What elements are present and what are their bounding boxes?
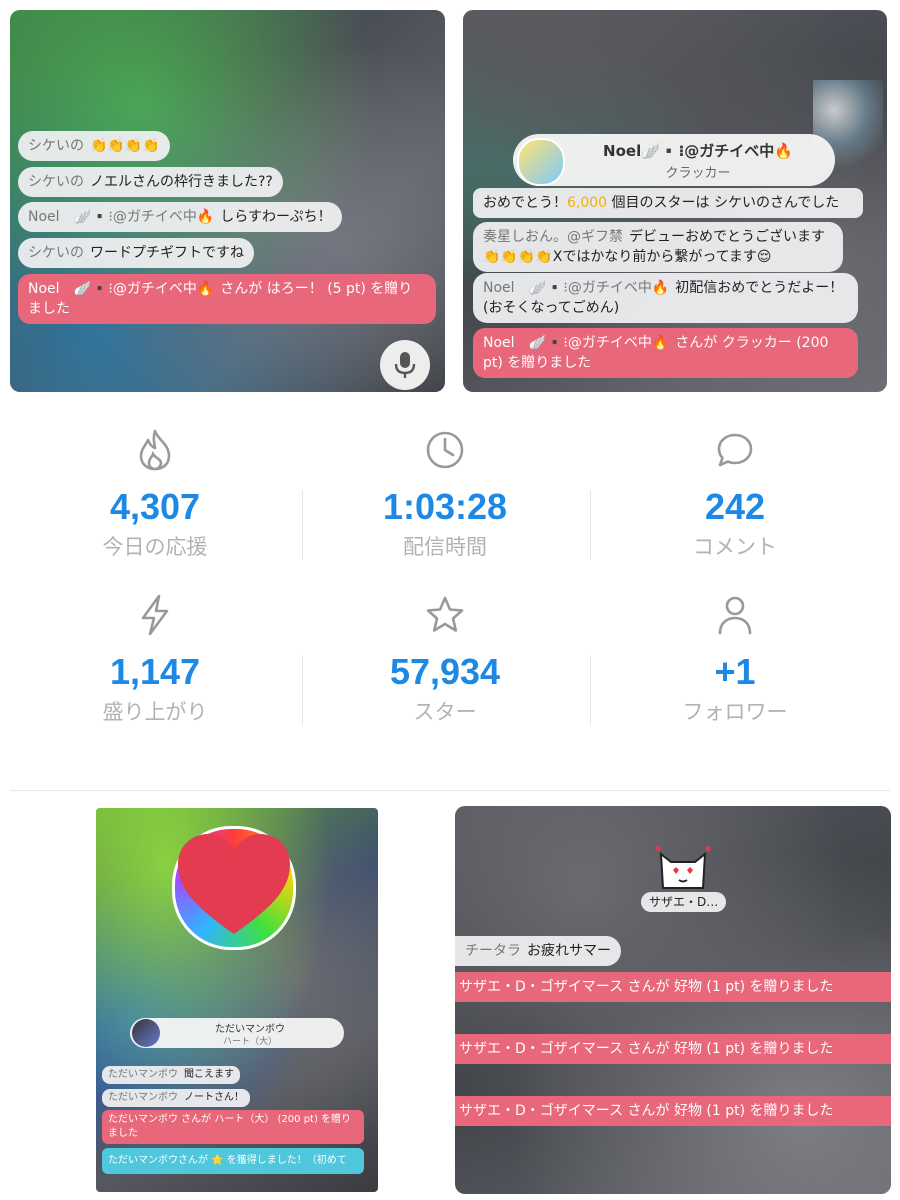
comment-text: 聞こえます [184, 1069, 234, 1080]
person-icon [590, 590, 880, 640]
comment-author: ただいマンボウ [108, 1069, 178, 1080]
heart-icon [178, 834, 290, 934]
stat-label: 盛り上がり [102, 700, 208, 724]
comment-text: 👏👏👏👏 [90, 138, 160, 154]
gift-sender: Noel 🪽▪️⁝@ガチイベ中🔥 [28, 281, 215, 297]
gift-notice: Noel 🪽▪️⁝@ガチイベ中🔥 さんが はろー！ (5 pt) を贈りました [18, 274, 436, 324]
comment-author: チータラ [465, 943, 521, 959]
gift-card-subtitle: ハート（大） [222, 1037, 277, 1047]
comment-bubble: 奏星しおん。@ギフ禁 デビューおめでとうございます👏👏👏👏Xではかなり前から繋がっ… [473, 222, 843, 272]
comment-author: シケいの [28, 245, 84, 261]
star-obtained-notice: ただいマンボウさんが ⭐ を獲得しました！（初めて [102, 1148, 364, 1174]
gift-card-subtitle: クラッカー [665, 166, 731, 181]
stream-screenshot-bottom-right: サザエ・D… チータラ お疲れサマー サザエ・D・ゴザイマース さんが 好物 (1… [455, 806, 891, 1194]
comment-bubble: Noel 🪽▪️⁝@ガチイベ中🔥 しらすわーぷち！ [18, 202, 342, 232]
stat-support: 4,307 今日の応援 [10, 425, 300, 561]
star-notice-suffix: 個目のスターは シケいのさんでした [607, 195, 840, 211]
star-icon [300, 590, 590, 640]
stream-screenshot-top-right: Noel🪽▪️⁝@ガチイベ中🔥 クラッカー おめでとう！6,000 個目のスター… [463, 10, 887, 392]
microphone-icon [394, 352, 416, 378]
gift-card: サザエ・D… [635, 842, 731, 918]
star-obtained-text: ただいマンボウさんが ⭐ を獲得しました！（初めて [108, 1155, 347, 1166]
stat-followers: +1 フォロワー [590, 590, 880, 726]
star-count: 6,000 [567, 195, 608, 211]
microphone-button[interactable] [380, 340, 430, 390]
gifter-avatar [517, 138, 565, 186]
comment-text: ノートさん！ [184, 1092, 244, 1103]
stream-background [10, 10, 445, 392]
gift-notice: ただいマンボウ さんが ハート（大） (200 pt) を贈りました [102, 1110, 364, 1144]
stat-label: スター [413, 700, 477, 724]
comment-icon [590, 425, 880, 475]
comment-author: Noel 🪽▪️⁝@ガチイベ中🔥 [28, 209, 215, 225]
comment-text: お疲れサマー [527, 943, 611, 959]
comment-text: ワードプチギフトですね [90, 245, 244, 261]
stat-value: 1:03:28 [382, 486, 508, 527]
comment-author: 奏星しおん。@ギフ禁 [483, 229, 623, 245]
gift-notice: サザエ・D・ゴザイマース さんが 好物 (1 pt) を贈りました [455, 1034, 891, 1064]
gift-notice: サザエ・D・ゴザイマース さんが 好物 (1 pt) を贈りました [455, 1096, 891, 1126]
comment-author: シケいの [28, 174, 84, 190]
gift-card: Noel🪽▪️⁝@ガチイベ中🔥 クラッカー [513, 134, 835, 186]
comment-bubble: Noel 🪽▪️⁝@ガチイベ中🔥 初配信おめでとうだよー！(おそくなってごめん) [473, 273, 858, 323]
stat-stars: 57,934 スター [300, 590, 590, 726]
stat-excitement: 1,147 盛り上がり [10, 590, 300, 726]
gift-card-title: Noel🪽▪️⁝@ガチイベ中🔥 [603, 142, 793, 160]
stat-duration: 1:03:28 配信時間 [300, 425, 590, 561]
stat-label: 配信時間 [403, 535, 487, 559]
section-divider [10, 790, 890, 791]
stat-comments: 242 コメント [590, 425, 880, 561]
gift-card: ただいマンボウ ハート（大） [130, 1018, 344, 1048]
comment-bubble: シケいの 👏👏👏👏 [18, 131, 170, 161]
flame-icon [10, 425, 300, 475]
star-notice: おめでとう！6,000 個目のスターは シケいのさんでした [473, 188, 863, 218]
gift-card-title: ただいマンボウ [215, 1024, 285, 1035]
stat-value: 57,934 [389, 651, 501, 692]
comment-author: シケいの [28, 138, 84, 154]
stat-label: 今日の応援 [102, 535, 208, 559]
gift-card-title: サザエ・D… [641, 892, 727, 912]
stat-value: 1,147 [109, 651, 201, 692]
gift-text: サザエ・D・ゴザイマース さんが 好物 (1 pt) を贈りました [459, 1041, 834, 1057]
clock-icon [300, 425, 590, 475]
comment-author: Noel 🪽▪️⁝@ガチイベ中🔥 [483, 280, 670, 296]
gifter-avatar [132, 1019, 160, 1047]
gift-sender: Noel 🪽▪️⁝@ガチイベ中🔥 [483, 335, 670, 351]
stat-label: フォロワー [682, 700, 788, 724]
cat-emoji-icon [655, 845, 711, 889]
lightning-icon [10, 590, 300, 640]
stat-value: +1 [714, 651, 756, 692]
gift-text: サザエ・D・ゴザイマース さんが 好物 (1 pt) を贈りました [459, 979, 834, 995]
comment-text: ノエルさんの枠行きました?? [90, 174, 273, 190]
stat-value: 4,307 [109, 486, 201, 527]
comment-author: ただいマンボウ [108, 1092, 178, 1103]
comment-bubble: チータラ お疲れサマー [455, 936, 621, 966]
stream-screenshot-top-left: シケいの 👏👏👏👏 シケいの ノエルさんの枠行きました?? Noel 🪽▪️⁝@ガチ… [10, 10, 445, 392]
comment-bubble: シケいの ワードプチギフトですね [18, 238, 254, 268]
stream-screenshot-bottom-left: ただいマンボウ ハート（大） ただいマンボウ 聞こえます ただいマンボウ ノートさん… [96, 808, 378, 1192]
gift-notice: Noel 🪽▪️⁝@ガチイベ中🔥 さんが クラッカー (200 pt) を贈りまし… [473, 328, 858, 378]
gift-notice: サザエ・D・ゴザイマース さんが 好物 (1 pt) を贈りました [455, 972, 891, 1002]
comment-bubble: シケいの ノエルさんの枠行きました?? [18, 167, 283, 197]
stream-stats: 4,307 今日の応援 1:03:28 配信時間 242 コメント 1,147 … [0, 400, 900, 760]
gift-text: ただいマンボウ さんが ハート（大） (200 pt) を贈りました [108, 1114, 352, 1139]
stat-label: コメント [693, 535, 777, 559]
comment-bubble: ただいマンボウ ノートさん！ [102, 1089, 250, 1107]
comment-text: しらすわーぷち！ [220, 209, 332, 225]
stat-value: 242 [704, 486, 766, 527]
comment-bubble: ただいマンボウ 聞こえます [102, 1066, 240, 1084]
star-notice-prefix: おめでとう！ [483, 195, 567, 211]
gift-text: サザエ・D・ゴザイマース さんが 好物 (1 pt) を贈りました [459, 1103, 834, 1119]
